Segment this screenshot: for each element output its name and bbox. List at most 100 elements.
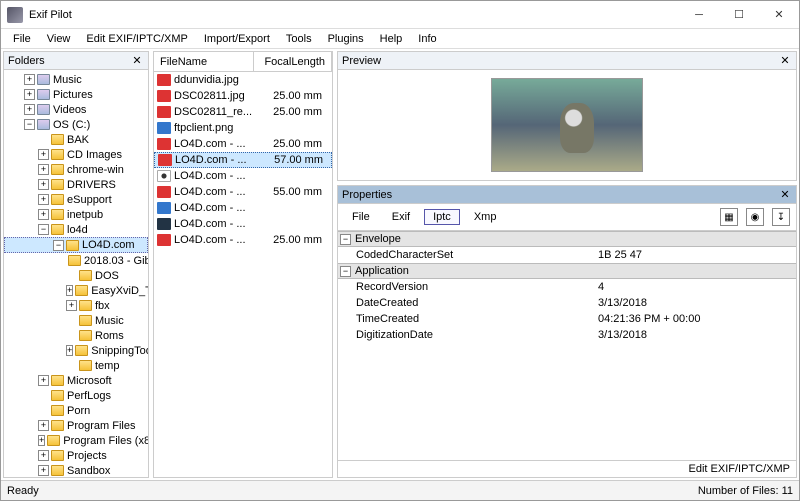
expand-icon[interactable]: + xyxy=(38,209,49,220)
menu-item-file[interactable]: File xyxy=(5,31,39,47)
file-row[interactable]: LO4D.com - ...25.00 mm xyxy=(154,136,332,152)
menu-item-plugins[interactable]: Plugins xyxy=(320,31,372,47)
expand-icon[interactable]: + xyxy=(38,164,49,175)
file-row[interactable]: DSC02811_re...25.00 mm xyxy=(154,104,332,120)
property-group[interactable]: −Envelope xyxy=(338,231,796,247)
menu-item-view[interactable]: View xyxy=(39,31,79,47)
properties-footer-link[interactable]: Edit EXIF/IPTC/XMP xyxy=(689,463,790,475)
filelist-body[interactable]: ddunvidia.jpgDSC02811.jpg25.00 mmDSC0281… xyxy=(154,72,332,477)
tree-row[interactable]: Porn xyxy=(4,403,148,418)
tree-row[interactable]: +Music xyxy=(4,72,148,87)
property-group[interactable]: −Application xyxy=(338,263,796,279)
tree-row[interactable]: +Projects xyxy=(4,448,148,463)
property-row[interactable]: TimeCreated04:21:36 PM + 00:00 xyxy=(338,311,796,327)
file-row[interactable]: DSC02811.jpg25.00 mm xyxy=(154,88,332,104)
tree-row[interactable]: PerfLogs xyxy=(4,388,148,403)
menu-item-info[interactable]: Info xyxy=(410,31,444,47)
file-row[interactable]: LO4D.com - ...55.00 mm xyxy=(154,184,332,200)
expand-icon[interactable]: + xyxy=(38,149,49,160)
target-icon[interactable]: ◉ xyxy=(746,208,764,226)
property-row[interactable]: CodedCharacterSet1B 25 47 xyxy=(338,247,796,263)
tree-row[interactable]: +DRIVERS xyxy=(4,177,148,192)
expand-icon[interactable]: + xyxy=(38,435,45,446)
expand-icon[interactable]: + xyxy=(66,285,73,296)
tree-row[interactable]: +Sandbox xyxy=(4,463,148,477)
expand-icon[interactable]: + xyxy=(38,179,49,190)
tree-row[interactable]: +Program Files xyxy=(4,418,148,433)
tree-row[interactable]: −LO4D.com xyxy=(4,237,148,253)
property-row[interactable]: DigitizationDate3/13/2018 xyxy=(338,327,796,343)
tree-row[interactable]: −lo4d xyxy=(4,222,148,237)
folder-icon xyxy=(51,405,64,416)
file-row[interactable]: ftpclient.png xyxy=(154,120,332,136)
collapse-icon[interactable]: − xyxy=(38,224,49,235)
tree-row[interactable]: +EasyXviD_Temp xyxy=(4,283,148,298)
properties-pane-header: Properties ✕ xyxy=(338,186,796,204)
tree-row[interactable]: −OS (C:) xyxy=(4,117,148,132)
expand-icon[interactable]: + xyxy=(24,104,35,115)
tree-label: Program Files (x86) xyxy=(63,435,148,447)
insert-icon[interactable]: ↧ xyxy=(772,208,790,226)
tree-row[interactable]: +fbx xyxy=(4,298,148,313)
expand-icon[interactable]: + xyxy=(38,420,49,431)
properties-tab-file[interactable]: File xyxy=(344,210,378,224)
expand-icon[interactable]: + xyxy=(24,74,35,85)
tree-row[interactable]: +Pictures xyxy=(4,87,148,102)
tree-row[interactable]: +chrome-win xyxy=(4,162,148,177)
properties-grid[interactable]: −EnvelopeCodedCharacterSet1B 25 47−Appli… xyxy=(338,231,796,460)
tree-row[interactable]: +Videos xyxy=(4,102,148,117)
file-row[interactable]: LO4D.com - ... xyxy=(154,216,332,232)
collapse-icon[interactable]: − xyxy=(340,234,351,245)
expand-icon[interactable]: + xyxy=(38,375,49,386)
minimize-button[interactable]: ─ xyxy=(679,1,719,29)
expand-icon[interactable]: + xyxy=(38,465,49,476)
tree-row[interactable]: +SnippingTool+ xyxy=(4,343,148,358)
expand-icon[interactable]: + xyxy=(24,89,35,100)
file-row[interactable]: ddunvidia.jpg xyxy=(154,72,332,88)
menu-item-help[interactable]: Help xyxy=(372,31,411,47)
column-filename[interactable]: FileName xyxy=(154,52,254,71)
expand-icon[interactable]: + xyxy=(66,300,77,311)
menu-bar: FileViewEdit EXIF/IPTC/XMPImport/ExportT… xyxy=(1,29,799,49)
tree-row[interactable]: Roms xyxy=(4,328,148,343)
file-row[interactable]: LO4D.com - ...57.00 mm xyxy=(154,152,332,168)
grid-icon[interactable]: ▦ xyxy=(720,208,738,226)
tree-label: Music xyxy=(95,315,124,327)
property-key: CodedCharacterSet xyxy=(338,249,598,261)
tree-row[interactable]: BAK xyxy=(4,132,148,147)
file-row[interactable]: LO4D.com - ...25.00 mm xyxy=(154,232,332,248)
properties-tab-xmp[interactable]: Xmp xyxy=(466,210,505,224)
tree-row[interactable]: +eSupport xyxy=(4,192,148,207)
property-row[interactable]: DateCreated3/13/2018 xyxy=(338,295,796,311)
file-row[interactable]: LO4D.com - ... xyxy=(154,168,332,184)
file-row[interactable]: LO4D.com - ... xyxy=(154,200,332,216)
file-icon xyxy=(157,122,171,134)
expand-icon[interactable]: + xyxy=(38,450,49,461)
tree-row[interactable]: 2018.03 - Gibral xyxy=(4,253,148,268)
tree-row[interactable]: +inetpub xyxy=(4,207,148,222)
folders-pane-close-icon[interactable]: ✕ xyxy=(130,54,144,67)
tree-row[interactable]: Music xyxy=(4,313,148,328)
maximize-button[interactable]: ☐ xyxy=(719,1,759,29)
folders-tree[interactable]: +Music+Pictures+Videos−OS (C:)BAK+CD Ima… xyxy=(4,70,148,477)
menu-item-edit-exif-iptc-xmp[interactable]: Edit EXIF/IPTC/XMP xyxy=(78,31,195,47)
tree-row[interactable]: + Program Files (x86) xyxy=(4,433,148,448)
property-row[interactable]: RecordVersion4 xyxy=(338,279,796,295)
expand-icon[interactable]: + xyxy=(66,345,73,356)
menu-item-tools[interactable]: Tools xyxy=(278,31,320,47)
properties-pane-close-icon[interactable]: ✕ xyxy=(778,188,792,201)
tree-row[interactable]: +CD Images xyxy=(4,147,148,162)
column-focallength[interactable]: FocalLength xyxy=(254,52,332,71)
properties-tab-exif[interactable]: Exif xyxy=(384,210,418,224)
tree-row[interactable]: +Microsoft xyxy=(4,373,148,388)
collapse-icon[interactable]: − xyxy=(53,240,64,251)
tree-row[interactable]: temp xyxy=(4,358,148,373)
collapse-icon[interactable]: − xyxy=(340,266,351,277)
tree-row[interactable]: DOS xyxy=(4,268,148,283)
properties-tab-iptc[interactable]: Iptc xyxy=(424,209,460,225)
preview-pane-close-icon[interactable]: ✕ xyxy=(778,54,792,67)
collapse-icon[interactable]: − xyxy=(24,119,35,130)
expand-icon[interactable]: + xyxy=(38,194,49,205)
menu-item-import-export[interactable]: Import/Export xyxy=(196,31,278,47)
close-button[interactable]: ✕ xyxy=(759,1,799,29)
